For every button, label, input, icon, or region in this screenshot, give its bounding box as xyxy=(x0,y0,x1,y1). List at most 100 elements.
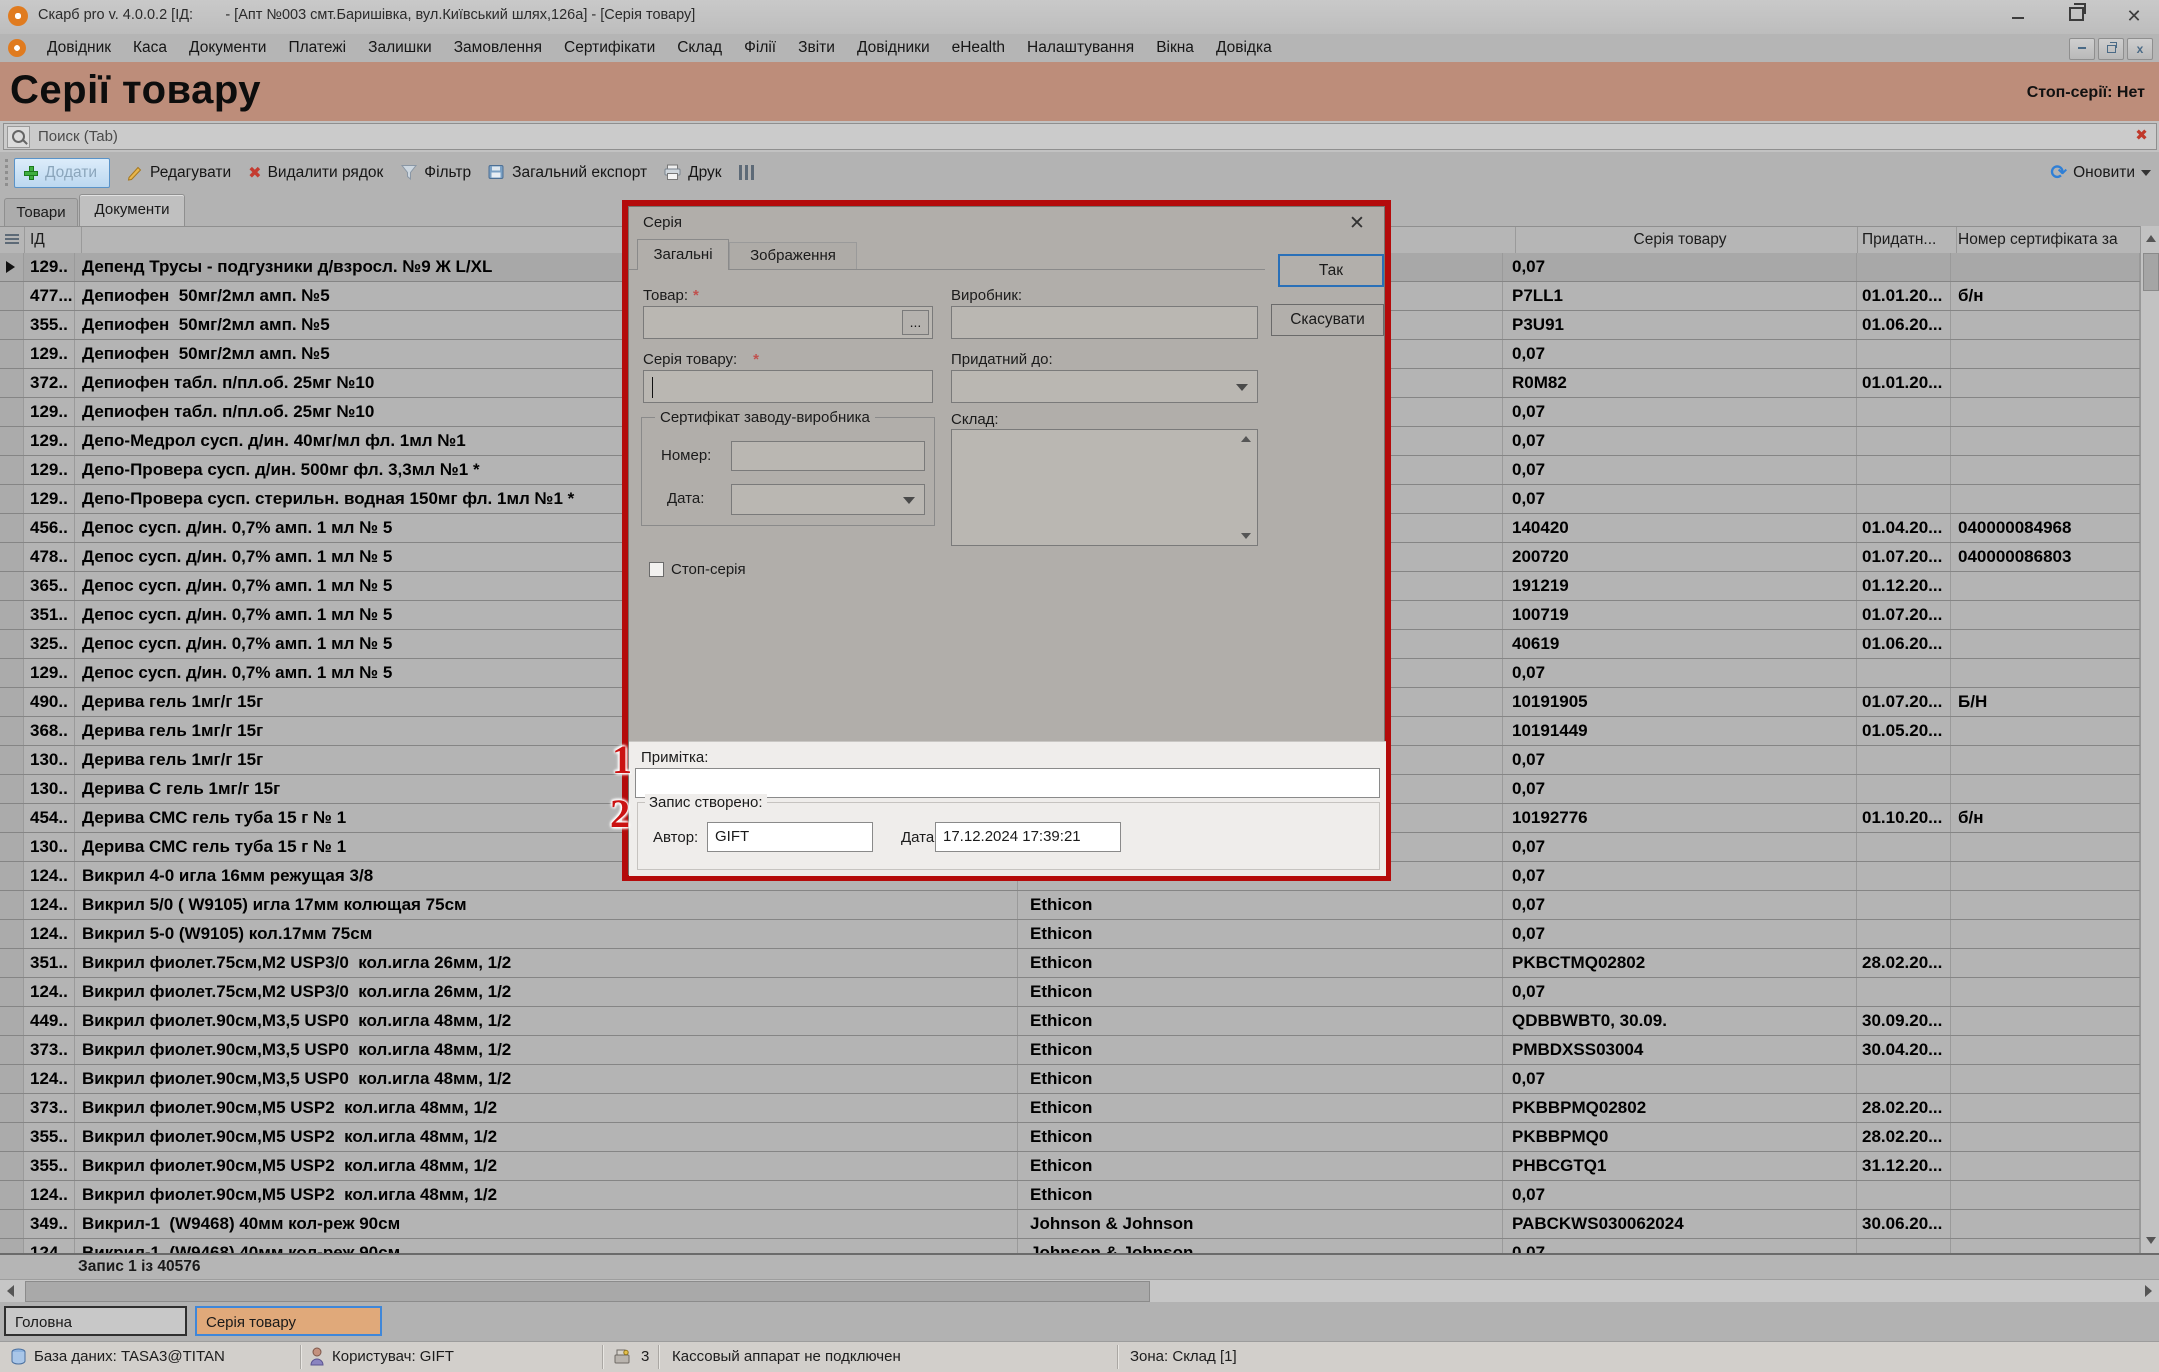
created-date-field[interactable]: 17.12.2024 17:39:21 xyxy=(935,822,1121,852)
export-button[interactable]: Загальний експорт xyxy=(488,164,647,182)
cell-manu: Ethicon xyxy=(1018,949,1503,977)
ok-button[interactable]: Так xyxy=(1278,254,1384,287)
tab-seriya-tovaru[interactable]: Серія товару xyxy=(195,1306,382,1336)
columns-button[interactable] xyxy=(739,165,755,180)
mdi-restore-icon[interactable] xyxy=(2098,38,2124,60)
title-bar: Скарб pro v. 4.0.0.2 [ІД: - [Апт №003 см… xyxy=(0,0,2159,35)
menu-item-11[interactable]: Довідники xyxy=(846,39,941,56)
scroll-up-icon[interactable] xyxy=(2146,235,2156,242)
chevron-down-icon[interactable] xyxy=(2141,170,2151,176)
table-row[interactable]: 124..Викрил фиолет.75см,М2 USP3/0 кол.иг… xyxy=(0,978,2140,1007)
cell-marker xyxy=(0,601,24,629)
cell-valid xyxy=(1857,340,1951,368)
cell-valid xyxy=(1857,891,1951,919)
stop-series-checkbox[interactable] xyxy=(649,562,664,577)
series-field[interactable] xyxy=(643,370,933,403)
header-id[interactable]: ІД xyxy=(24,227,82,253)
chevron-down-icon[interactable] xyxy=(1236,384,1248,391)
cell-id: 454.. xyxy=(24,804,75,832)
cell-manu: Ethicon xyxy=(1018,1094,1503,1122)
tab-tovary[interactable]: Товари xyxy=(4,198,78,227)
grid-menu-icon[interactable] xyxy=(5,234,19,246)
menu-item-10[interactable]: Звіти xyxy=(787,39,846,56)
cell-marker xyxy=(0,920,24,948)
stock-textarea[interactable] xyxy=(951,429,1258,546)
mdi-minimize-icon[interactable] xyxy=(2069,38,2095,60)
manufacturer-field[interactable] xyxy=(951,306,1258,339)
browse-button[interactable]: ... xyxy=(902,310,929,335)
app-icon xyxy=(8,6,28,26)
menu-item-7[interactable]: Сертифікати xyxy=(553,39,666,56)
table-row[interactable]: 373..Викрил фиолет.90см,М3,5 USP0 кол.иг… xyxy=(0,1036,2140,1065)
table-row[interactable]: 124..Викрил 5-0 (W9105) кол.17мм 75смEth… xyxy=(0,920,2140,949)
tab-dokumenty[interactable]: Документи xyxy=(79,194,185,227)
refresh-button[interactable]: ⟳ Оновити xyxy=(2050,152,2151,193)
print-button[interactable]: Друк xyxy=(664,164,721,182)
scroll-down-icon[interactable] xyxy=(1241,533,1251,539)
menu-item-14[interactable]: Вікна xyxy=(1145,39,1205,56)
menu-item-15[interactable]: Довідка xyxy=(1205,39,1283,56)
scroll-right-icon[interactable] xyxy=(2145,1285,2152,1297)
filter-button[interactable]: Фільтр xyxy=(400,164,471,182)
product-field[interactable]: ... xyxy=(643,306,933,339)
cell-name: Викрил фиолет.90см,М5 USP2 кол.игла 48мм… xyxy=(75,1123,1018,1151)
table-row[interactable]: 449..Викрил фиолет.90см,М3,5 USP0 кол.иг… xyxy=(0,1007,2140,1036)
dialog-tab-zahalni[interactable]: Загальні xyxy=(637,239,729,270)
menu-item-8[interactable]: Склад xyxy=(666,39,733,56)
chevron-down-icon[interactable] xyxy=(903,497,915,504)
close-icon[interactable]: ✕ xyxy=(2119,5,2149,29)
zone-status: Зона: Склад [1] xyxy=(1130,1348,1237,1365)
table-row[interactable]: 124..Викрил фиолет.90см,М3,5 USP0 кол.иг… xyxy=(0,1065,2140,1094)
cell-cert xyxy=(1951,746,2140,774)
cell-marker xyxy=(0,833,24,861)
table-row[interactable]: 124..Викрил-1 (W9468) 40мм кол-реж 90смJ… xyxy=(0,1239,2140,1253)
header-certificate[interactable]: Номер сертифіката за xyxy=(1951,227,2147,253)
cert-date-combo[interactable] xyxy=(731,484,925,515)
menu-item-9[interactable]: Філії xyxy=(733,39,787,56)
toolbar-grip[interactable] xyxy=(5,159,11,186)
delete-row-button[interactable]: ✖ Видалити рядок xyxy=(248,163,383,183)
horizontal-scrollbar[interactable] xyxy=(0,1279,2159,1302)
header-series[interactable]: Серія товару xyxy=(1503,227,1858,253)
minimize-icon[interactable] xyxy=(2003,5,2033,29)
table-row[interactable]: 124..Викрил 5/0 ( W9105) игла 17мм колющ… xyxy=(0,891,2140,920)
vertical-scroll-thumb[interactable] xyxy=(2143,253,2159,291)
header-marker-cell[interactable] xyxy=(0,227,25,253)
author-field[interactable]: GIFT xyxy=(707,822,873,852)
cancel-button[interactable]: Скасувати xyxy=(1271,304,1384,336)
menu-item-13[interactable]: Налаштування xyxy=(1016,39,1145,56)
tab-holovna[interactable]: Головна xyxy=(4,1306,187,1336)
dialog-close-icon[interactable]: ✕ xyxy=(1343,211,1371,237)
clear-search-icon[interactable]: ✖ xyxy=(2131,126,2152,146)
table-row[interactable]: 355..Викрил фиолет.90см,М5 USP2 кол.игла… xyxy=(0,1152,2140,1181)
menu-item-1[interactable]: Довідник xyxy=(36,39,122,56)
menu-item-5[interactable]: Залишки xyxy=(357,39,443,56)
horizontal-scroll-thumb[interactable] xyxy=(25,1281,1150,1302)
header-valid-until[interactable]: Придатн... xyxy=(1857,227,1957,253)
menu-bar: ДовідникКасаДокументиПлатежіЗалишкиЗамов… xyxy=(0,34,2159,63)
menu-item-3[interactable]: Документи xyxy=(178,39,277,56)
table-row[interactable]: 351..Викрил фиолет.75см,М2 USP3/0 кол.иг… xyxy=(0,949,2140,978)
search-input[interactable]: Поиск (Tab) ✖ xyxy=(3,123,2157,150)
menu-item-4[interactable]: Платежі xyxy=(277,39,357,56)
table-row[interactable]: 349..Викрил-1 (W9468) 40мм кол-реж 90смJ… xyxy=(0,1210,2140,1239)
dialog-tab-zobrazhennya[interactable]: Зображення xyxy=(729,242,857,270)
menu-item-6[interactable]: Замовлення xyxy=(443,39,553,56)
menu-item-12[interactable]: eHealth xyxy=(941,39,1016,56)
table-row[interactable]: 355..Викрил фиолет.90см,М5 USP2 кол.игла… xyxy=(0,1123,2140,1152)
scroll-up-icon[interactable] xyxy=(1241,436,1251,442)
table-row[interactable]: 373..Викрил фиолет.90см,М5 USP2 кол.игла… xyxy=(0,1094,2140,1123)
valid-until-combo[interactable] xyxy=(951,370,1258,403)
table-row[interactable]: 124..Викрил фиолет.90см,М5 USP2 кол.игла… xyxy=(0,1181,2140,1210)
restore-icon[interactable] xyxy=(2061,5,2091,29)
cell-id: 129.. xyxy=(24,427,75,455)
mdi-close-icon[interactable]: x xyxy=(2127,38,2153,60)
vertical-scrollbar[interactable] xyxy=(2140,226,2159,1253)
add-button[interactable]: Додати xyxy=(14,158,110,188)
scroll-down-icon[interactable] xyxy=(2146,1237,2156,1244)
scroll-left-icon[interactable] xyxy=(7,1285,14,1297)
menu-item-2[interactable]: Каса xyxy=(122,39,178,56)
cert-number-field[interactable] xyxy=(731,441,925,471)
search-row: Поиск (Tab) ✖ xyxy=(0,121,2159,152)
edit-button[interactable]: Редагувати xyxy=(127,164,231,182)
